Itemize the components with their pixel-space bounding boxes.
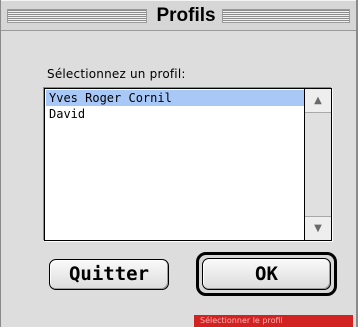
profile-list[interactable]: Yves Roger Cornil David ▲ ▼ — [44, 88, 332, 241]
ok-button[interactable]: OK — [202, 258, 331, 290]
profiles-dialog: Profils Sélectionnez un profil: Yves Rog… — [0, 0, 358, 327]
scroll-down-button[interactable]: ▼ — [305, 216, 331, 240]
window-title: Profils — [156, 5, 216, 26]
scroll-up-arrow-icon: ▲ — [314, 95, 322, 106]
status-tooltip: Sélectionner le profil — [194, 315, 353, 327]
scroll-track[interactable] — [305, 113, 331, 216]
scroll-down-arrow-icon: ▼ — [314, 223, 322, 234]
title-bar-stripes-right — [222, 9, 350, 23]
select-profile-label: Sélectionnez un profil: — [47, 67, 186, 81]
list-item-profile-yves[interactable]: Yves Roger Cornil — [46, 90, 304, 106]
scroll-up-button[interactable]: ▲ — [305, 89, 331, 113]
title-bar[interactable]: Profils — [1, 0, 356, 31]
list-item-profile-david[interactable]: David — [46, 106, 304, 122]
profile-list-scrollbar[interactable]: ▲ ▼ — [304, 89, 331, 240]
title-bar-stripes-left — [7, 9, 147, 23]
quit-button[interactable]: Quitter — [49, 259, 169, 290]
